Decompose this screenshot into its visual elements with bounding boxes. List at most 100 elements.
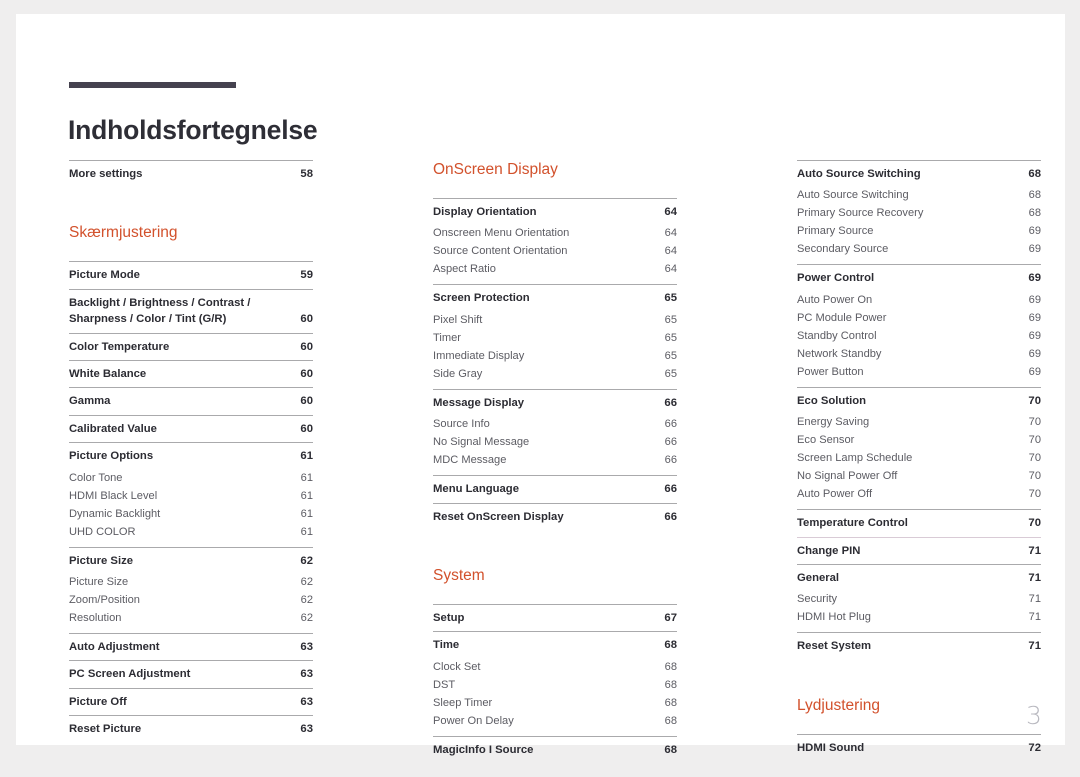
toc-entry-sub[interactable]: Source Info 66 [433, 416, 677, 434]
toc-entry-label: Change PIN [797, 544, 861, 557]
toc-entry-sub[interactable]: Resolution 62 [69, 610, 313, 628]
toc-entry-sub[interactable]: Primary Source 69 [797, 223, 1041, 241]
toc-entry-main[interactable]: Auto Adjustment 63 [69, 634, 313, 660]
toc-entry-page-number: 69 [1028, 347, 1041, 360]
toc-entry-main[interactable]: General 71 [797, 565, 1041, 591]
toc-entry-label: Setup [433, 612, 465, 625]
toc-entry-page-number: 65 [664, 349, 677, 362]
toc-entry-main[interactable]: Eco Solution 70 [797, 388, 1041, 414]
toc-entry-page-number: 69 [1028, 225, 1041, 238]
toc-entry-sub[interactable]: PC Module Power 69 [797, 310, 1041, 328]
toc-entry-label: Clock Set [433, 660, 481, 673]
toc-entry-page-number: 68 [1028, 189, 1041, 202]
toc-entry-main[interactable]: Temperature Control 70 [797, 510, 1041, 536]
toc-entry-main[interactable]: Reset System 71 [797, 633, 1041, 659]
toc-entry-sub[interactable]: Picture Size 62 [69, 574, 313, 592]
toc-entry-page-number: 70 [1028, 488, 1041, 501]
toc-entry-main[interactable]: Picture Mode 59 [69, 262, 313, 288]
toc-entry-sub[interactable]: Security 71 [797, 591, 1041, 609]
toc-entry-main[interactable]: MagicInfo I Source 68 [433, 737, 677, 763]
toc-entry-sub[interactable]: Standby Control 69 [797, 328, 1041, 346]
toc-group: Picture Options 61 Color Tone 61 HDMI Black … [69, 442, 313, 546]
toc-entry-sub[interactable]: Clock Set 68 [433, 659, 677, 677]
toc-entry-main[interactable]: Time 68 [433, 632, 677, 658]
toc-entry-page-number: 58 [300, 168, 313, 180]
toc-entry-label: Eco Solution [797, 394, 867, 407]
toc-entry-sub[interactable]: Auto Power On 69 [797, 292, 1041, 310]
toc-entry-sub[interactable]: Primary Source Recovery 68 [797, 205, 1041, 223]
toc-entry-sub[interactable]: Onscreen Menu Orientation 64 [433, 225, 677, 243]
toc-entry-sub[interactable]: No Signal Power Off 70 [797, 468, 1041, 486]
toc-entry-sub[interactable]: Immediate Display 65 [433, 348, 677, 366]
toc-entry-page-number: 70 [1028, 434, 1041, 447]
toc-entry-sub[interactable]: Eco Sensor 70 [797, 432, 1041, 450]
toc-entry-main[interactable]: Menu Language 66 [433, 476, 677, 502]
toc-entry-main[interactable]: HDMI Sound 72 [797, 735, 1041, 761]
toc-entry-sub[interactable]: UHD COLOR 61 [69, 524, 313, 542]
toc-entry-sub[interactable]: HDMI Hot Plug 71 [797, 609, 1041, 627]
toc-entry-sub[interactable]: Source Content Orientation 64 [433, 243, 677, 261]
toc-entry-sub[interactable]: Pixel Shift 65 [433, 312, 677, 330]
toc-entry-main[interactable]: Color Temperature 60 [69, 334, 313, 360]
toc-entry-main[interactable]: More settings 58 [69, 161, 313, 187]
toc-entry-page-number: 71 [1028, 572, 1041, 585]
toc-entry-sub[interactable]: Screen Lamp Schedule 70 [797, 450, 1041, 468]
toc-entry-main[interactable]: Reset OnScreen Display 66 [433, 504, 677, 530]
toc-entry-sub[interactable]: Side Gray 65 [433, 366, 677, 384]
toc-entry-page-number: 69 [1028, 243, 1041, 256]
toc-column-2: OnScreen Display Display Orientation 64 Ons… [433, 160, 677, 763]
toc-entry-main[interactable]: Reset Picture 63 [69, 716, 313, 742]
toc-entry-main[interactable]: Calibrated Value 60 [69, 416, 313, 442]
section-heading: Skærmjustering [69, 224, 178, 242]
toc-entry-main[interactable]: Change PIN 71 [797, 538, 1041, 564]
toc-entry-main[interactable]: Backlight / Brightness / Contrast / Shar… [69, 290, 313, 333]
toc-entry-sub[interactable]: Timer 65 [433, 330, 677, 348]
toc-group: Picture Size 62 Picture Size 62 Zoom/Positio… [69, 546, 313, 633]
toc-entry-main[interactable]: Display Orientation 64 [433, 199, 677, 225]
toc-entry-page-number: 63 [300, 668, 313, 681]
toc-entry-sub[interactable]: Zoom/Position 62 [69, 592, 313, 610]
toc-entry-main[interactable]: PC Screen Adjustment 63 [69, 661, 313, 687]
toc-entry-page-number: 72 [1028, 741, 1041, 754]
toc-entry-main[interactable]: Gamma 60 [69, 388, 313, 414]
toc-entry-label: Auto Source Switching [797, 189, 909, 202]
toc-entry-main[interactable]: Picture Options 61 [69, 443, 313, 469]
toc-entry-page-number: 66 [664, 454, 677, 467]
toc-group: Screen Protection 65 Pixel Shift 65 Timer 65 I… [433, 284, 677, 388]
toc-group: More settings 58 [69, 160, 313, 187]
toc-entry-main[interactable]: Picture Size 62 [69, 548, 313, 574]
toc-entry-page-number: 66 [664, 418, 677, 431]
toc-entry-sub[interactable]: Secondary Source 69 [797, 241, 1041, 259]
heading-spacer [433, 586, 677, 604]
toc-entry-sub[interactable]: Dynamic Backlight 61 [69, 506, 313, 524]
toc-entry-main[interactable]: Screen Protection 65 [433, 285, 677, 311]
toc-entry-main[interactable]: Message Display 66 [433, 390, 677, 416]
toc-entry-page-number: 62 [300, 612, 313, 625]
toc-entry-main[interactable]: Picture Off 63 [69, 689, 313, 715]
toc-entry-label: Resolution [69, 612, 122, 625]
toc-entry-page-number: 68 [664, 639, 677, 652]
toc-entry-sub[interactable]: Power On Delay 68 [433, 713, 677, 731]
toc-entry-page-number: 60 [300, 395, 313, 408]
toc-entry-sub[interactable]: HDMI Black Level 61 [69, 488, 313, 506]
toc-entry-sub[interactable]: Network Standby 69 [797, 346, 1041, 364]
toc-entry-sub[interactable]: MDC Message 66 [433, 452, 677, 470]
toc-entry-sub[interactable]: DST 68 [433, 677, 677, 695]
toc-entry-sub[interactable]: Sleep Timer 68 [433, 695, 677, 713]
toc-entry-sub[interactable]: Power Button 69 [797, 364, 1041, 382]
toc-entry-sub[interactable]: Auto Power Off 70 [797, 486, 1041, 504]
toc-group: Picture Mode 59 [69, 261, 313, 288]
toc-entry-sub[interactable]: Auto Source Switching 68 [797, 187, 1041, 205]
toc-entry-main[interactable]: Power Control 69 [797, 265, 1041, 291]
toc-entry-main[interactable]: White Balance 60 [69, 361, 313, 387]
toc-entry-sub[interactable]: Aspect Ratio 64 [433, 261, 677, 279]
toc-entry-page-number: 60 [300, 313, 313, 326]
toc-entry-sub[interactable]: No Signal Message 66 [433, 434, 677, 452]
toc-entry-sub[interactable]: Energy Saving 70 [797, 414, 1041, 432]
toc-entry-main[interactable]: Setup 67 [433, 605, 677, 631]
toc-entry-main[interactable]: Auto Source Switching 68 [797, 161, 1041, 187]
toc-entry-sub[interactable]: Color Tone 61 [69, 470, 313, 488]
toc-entry-label: Picture Size [69, 576, 129, 589]
toc-entry-label: Immediate Display [433, 349, 525, 362]
